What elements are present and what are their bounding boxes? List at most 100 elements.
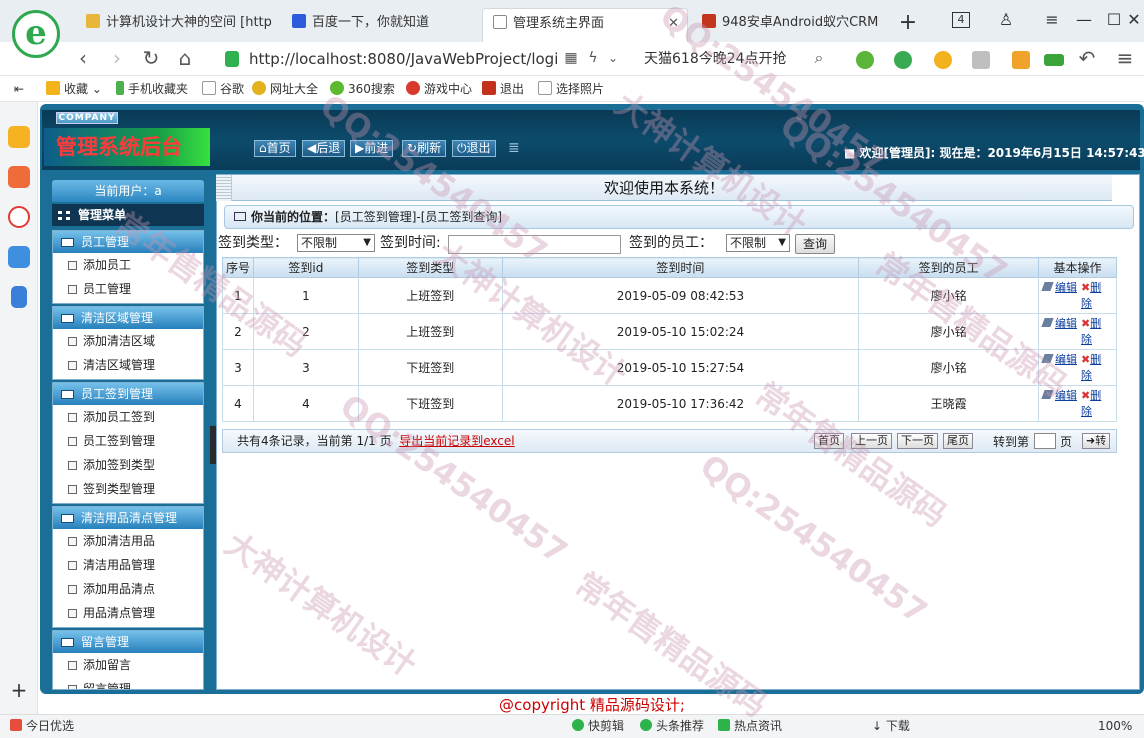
- menu-item-add-message[interactable]: 添加留言: [53, 653, 203, 677]
- delete-link[interactable]: 删: [1090, 389, 1101, 402]
- pencil-icon: [1041, 281, 1054, 291]
- edit-link[interactable]: 编辑: [1055, 389, 1077, 402]
- nav-logout-button[interactable]: ⏻退出: [452, 140, 496, 157]
- browser-tab-2[interactable]: 百度一下，你就知道: [282, 8, 474, 42]
- menu-item-signin-manage[interactable]: 员工签到管理: [53, 429, 203, 453]
- apps-icon[interactable]: [1012, 51, 1030, 69]
- edit-link[interactable]: 编辑: [1055, 353, 1077, 366]
- battery-icon[interactable]: [1044, 54, 1064, 66]
- section-header[interactable]: 清洁用品清点管理: [53, 507, 203, 529]
- next-page-button[interactable]: 下一页: [897, 433, 938, 449]
- browser-tab-active[interactable]: 管理系统主界面 ✕: [482, 8, 688, 42]
- browser-tab-4[interactable]: 948安卓Android蚁穴CRM: [692, 8, 882, 42]
- reload-icon[interactable]: ↻: [138, 46, 164, 72]
- document-icon[interactable]: [11, 286, 27, 308]
- bookmark-directory[interactable]: 网址大全: [252, 80, 318, 98]
- more-icon[interactable]: ≡: [1112, 46, 1138, 72]
- menu-item-supply-manage[interactable]: 清洁用品管理: [53, 553, 203, 577]
- minimize-icon[interactable]: —: [1072, 10, 1096, 29]
- new-tab-icon[interactable]: +: [896, 10, 920, 35]
- bookmark-google[interactable]: 谷歌: [202, 80, 244, 98]
- menu-icon[interactable]: ≡: [1040, 10, 1064, 29]
- first-page-button[interactable]: 首页: [814, 433, 844, 449]
- delete-link[interactable]: 删: [1090, 281, 1101, 294]
- menu-item-add-signin-type[interactable]: 添加签到类型: [53, 453, 203, 477]
- translate-icon[interactable]: [894, 51, 912, 69]
- menu-item-inventory-manage[interactable]: 用品清点管理: [53, 601, 203, 625]
- section-header[interactable]: 清洁区域管理: [53, 307, 203, 329]
- menu-item-add-supply[interactable]: 添加清洁用品: [53, 529, 203, 553]
- browser-status-bar: 今日优选 快剪辑 头条推荐 热点资讯 ↓ 下载 100%: [0, 714, 1144, 738]
- go-button[interactable]: ➜转: [1082, 433, 1111, 449]
- bookmark-mobile[interactable]: 手机收藏夹: [116, 80, 188, 98]
- screenshot-icon[interactable]: [972, 51, 990, 69]
- signin-type-select[interactable]: 不限制 ▼: [297, 234, 375, 252]
- chevron-down-icon[interactable]: ⌄: [600, 46, 626, 72]
- nav-back-button[interactable]: ◀后退: [302, 140, 346, 157]
- close-tab-icon[interactable]: ✕: [668, 9, 679, 39]
- coin-icon[interactable]: [934, 51, 952, 69]
- menu-item-message-manage[interactable]: 留言管理: [53, 677, 203, 689]
- window-close-icon[interactable]: ✕: [1122, 10, 1144, 29]
- delete-link[interactable]: 删: [1090, 317, 1101, 330]
- nav-home-button[interactable]: ⌂首页: [254, 140, 296, 157]
- edit-link[interactable]: 编辑: [1055, 317, 1077, 330]
- shirt-icon[interactable]: ♙: [994, 10, 1018, 29]
- today-picks[interactable]: 今日优选: [10, 715, 74, 737]
- menu-item-add-area[interactable]: 添加清洁区域: [53, 329, 203, 353]
- menu-item-employee-manage[interactable]: 员工管理: [53, 277, 203, 301]
- breadcrumb: 你当前的位置：[员工签到管理]-[员工签到查询]: [224, 205, 1134, 229]
- delete-link[interactable]: 删: [1090, 353, 1101, 366]
- baidu-icon: [292, 14, 306, 28]
- mail-icon[interactable]: [8, 246, 30, 268]
- delete-link-cont[interactable]: 除: [1043, 333, 1092, 346]
- browser-logo[interactable]: e: [12, 10, 60, 58]
- nav-forward-button[interactable]: ▶前进: [350, 140, 394, 157]
- undo-icon[interactable]: ↶: [1074, 46, 1100, 72]
- bookmark-photo[interactable]: 选择照片: [538, 80, 604, 98]
- cell: 上班签到: [357, 277, 503, 314]
- scissors-icon[interactable]: [856, 51, 874, 69]
- status-clip[interactable]: 快剪辑: [572, 715, 624, 737]
- bookmark-exit[interactable]: 退出: [482, 80, 524, 98]
- search-icon[interactable]: ⌕: [806, 46, 832, 72]
- sidebar-toggle-icon[interactable]: ⇤: [14, 80, 24, 98]
- favorites-icon[interactable]: [8, 126, 30, 148]
- edit-link[interactable]: 编辑: [1055, 281, 1077, 294]
- section-header[interactable]: 留言管理: [53, 631, 203, 653]
- prev-page-button[interactable]: 上一页: [851, 433, 892, 449]
- cell: 2: [222, 313, 254, 350]
- browser-tab-1[interactable]: 计算机设计大神的空间 [http: [76, 8, 276, 42]
- section-header[interactable]: 员工管理: [53, 231, 203, 253]
- page-number-input[interactable]: [1034, 433, 1056, 449]
- weibo-icon[interactable]: [8, 206, 30, 228]
- status-download[interactable]: ↓ 下载: [872, 715, 910, 737]
- status-headline[interactable]: 头条推荐: [640, 715, 704, 737]
- back-icon[interactable]: ‹: [70, 46, 96, 72]
- delete-link-cont[interactable]: 除: [1043, 369, 1092, 382]
- promo-text[interactable]: 天猫618今晚24点开抢: [644, 46, 787, 72]
- delete-link-cont[interactable]: 除: [1043, 297, 1092, 310]
- nav-refresh-button[interactable]: ↻刷新: [402, 140, 447, 157]
- home-icon[interactable]: ⌂: [172, 46, 198, 72]
- tab-count[interactable]: 4: [952, 12, 970, 28]
- menu-item-add-employee[interactable]: 添加员工: [53, 253, 203, 277]
- query-button[interactable]: 查询: [795, 234, 835, 254]
- bookmark-favorites[interactable]: 收藏 ⌄: [46, 80, 102, 98]
- menu-item-add-signin[interactable]: 添加员工签到: [53, 405, 203, 429]
- last-page-button[interactable]: 尾页: [943, 433, 973, 449]
- section-header[interactable]: 员工签到管理: [53, 383, 203, 405]
- export-excel-link[interactable]: 导出当前记录到excel: [399, 434, 514, 448]
- menu-item-signin-type-manage[interactable]: 签到类型管理: [53, 477, 203, 501]
- status-hot-news[interactable]: 热点资讯: [718, 715, 782, 737]
- forward-icon[interactable]: ›: [104, 46, 130, 72]
- menu-item-add-inventory[interactable]: 添加用品清点: [53, 577, 203, 601]
- signin-time-input[interactable]: [448, 235, 621, 254]
- menu-item-area-manage[interactable]: 清洁区域管理: [53, 353, 203, 377]
- news-icon[interactable]: [8, 166, 30, 188]
- bookmark-games[interactable]: 游戏中心: [406, 80, 472, 98]
- delete-link-cont[interactable]: 除: [1043, 405, 1092, 418]
- signin-employee-select[interactable]: 不限制 ▼: [726, 234, 790, 252]
- zoom-level[interactable]: 100%: [1098, 715, 1132, 737]
- bookmark-360[interactable]: 360搜索: [330, 80, 395, 98]
